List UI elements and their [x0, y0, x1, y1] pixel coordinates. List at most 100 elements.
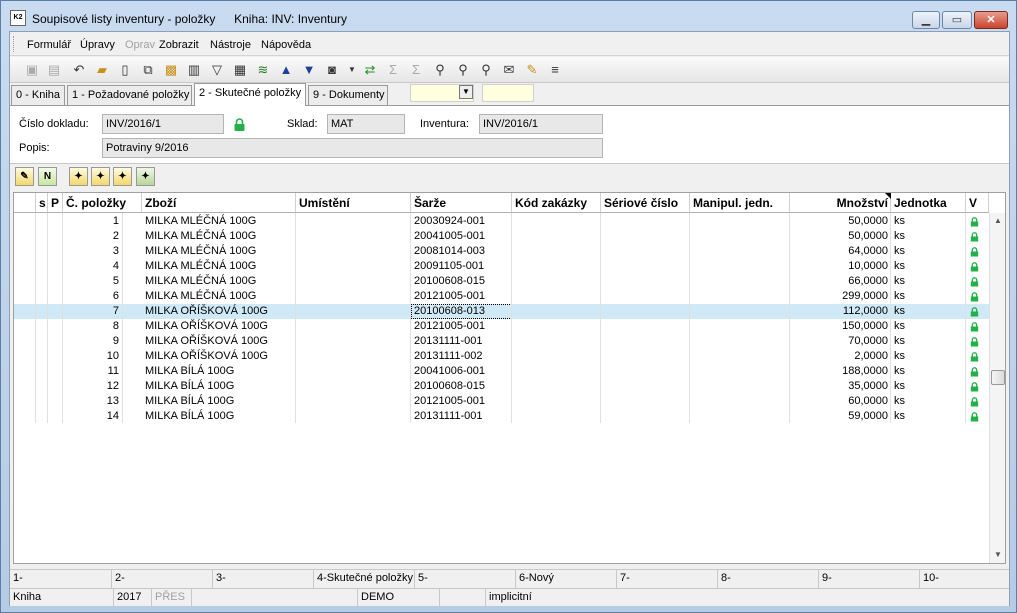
- cell-jednotka[interactable]: ks: [891, 244, 966, 259]
- new-document-icon[interactable]: ▯: [116, 61, 134, 79]
- table-row[interactable]: 10 MILKA OŘÍŠKOVÁ 100G 20131111-002 2,0000 k…: [14, 349, 989, 364]
- table-row[interactable]: 8 MILKA OŘÍŠKOVÁ 100G 20121005-001 150,0000…: [14, 319, 989, 334]
- cell-mnozstvi[interactable]: 50,0000: [790, 229, 891, 244]
- cell-zbozi[interactable]: MILKA OŘÍŠKOVÁ 100G: [142, 304, 296, 319]
- minimize-button[interactable]: ▁: [912, 11, 940, 29]
- cell-mnozstvi[interactable]: 70,0000: [790, 334, 891, 349]
- cell-mnozstvi[interactable]: 188,0000: [790, 364, 891, 379]
- find-next-icon[interactable]: ⚲: [454, 61, 472, 79]
- cell-zbozi[interactable]: MILKA MLÉČNÁ 100G: [142, 259, 296, 274]
- sum-icon[interactable]: Σ: [384, 61, 402, 79]
- edit-note-icon[interactable]: ✎: [523, 61, 541, 79]
- cell-zbozi[interactable]: MILKA MLÉČNÁ 100G: [142, 244, 296, 259]
- recalc-icon[interactable]: ⇄: [361, 61, 379, 79]
- combo-dropdown-icon[interactable]: ▼: [459, 85, 473, 99]
- cell-cislo-polozky[interactable]: 4: [63, 259, 122, 274]
- fkey-5[interactable]: 5-: [415, 570, 516, 588]
- cell-cislo-polozky[interactable]: 7: [63, 304, 122, 319]
- cislo-field[interactable]: INV/2016/1: [102, 114, 224, 134]
- filter-icon[interactable]: ▽: [208, 61, 226, 79]
- col-header-sarze[interactable]: Šarže: [411, 193, 512, 213]
- cell-zbozi[interactable]: MILKA MLÉČNÁ 100G: [142, 229, 296, 244]
- cell-zbozi[interactable]: MILKA MLÉČNÁ 100G: [142, 214, 296, 229]
- cell-mnozstvi[interactable]: 299,0000: [790, 289, 891, 304]
- fkey-10[interactable]: 10-: [920, 570, 1009, 588]
- col-header-seriove-cislo[interactable]: Sériové číslo: [601, 193, 690, 213]
- cell-sarze[interactable]: 20100608-015: [411, 379, 512, 394]
- table-row[interactable]: 3 MILKA MLÉČNÁ 100G 20081014-003 64,0000 ks: [14, 244, 989, 259]
- cell-jednotka[interactable]: ks: [891, 289, 966, 304]
- edit-pencil-icon[interactable]: ✎: [15, 167, 34, 186]
- inventura-field[interactable]: INV/2016/1: [479, 114, 603, 134]
- col-header-jednotka[interactable]: Jednotka: [891, 193, 966, 213]
- lock-icon[interactable]: ▩: [162, 61, 180, 79]
- table-row[interactable]: 14 MILKA BÍLÁ 100G 20131111-001 59,0000 ks: [14, 409, 989, 424]
- col-header-manipul-jedn[interactable]: Manipul. jedn.: [690, 193, 790, 213]
- cell-cislo-polozky[interactable]: 13: [63, 394, 122, 409]
- cell-zbozi[interactable]: MILKA OŘÍŠKOVÁ 100G: [142, 319, 296, 334]
- cell-cislo-polozky[interactable]: 12: [63, 379, 122, 394]
- camera-dropdown-icon[interactable]: ▼: [343, 61, 361, 79]
- vertical-scrollbar[interactable]: ▲ ▼: [989, 213, 1005, 563]
- find-icon[interactable]: ⚲: [431, 61, 449, 79]
- cell-jednotka[interactable]: ks: [891, 274, 966, 289]
- cell-mnozstvi[interactable]: 64,0000: [790, 244, 891, 259]
- col-header-zbozi[interactable]: Zboží: [142, 193, 296, 213]
- scroll-down-icon[interactable]: ▼: [990, 547, 1005, 563]
- table-row[interactable]: 12 MILKA BÍLÁ 100G 20100608-015 35,0000 ks: [14, 379, 989, 394]
- cell-jednotka[interactable]: ks: [891, 334, 966, 349]
- cell-cislo-polozky[interactable]: 10: [63, 349, 122, 364]
- close-button[interactable]: ✕: [974, 11, 1008, 29]
- menu-zobrazit[interactable]: Zobrazit: [159, 39, 199, 51]
- menu-napoveda[interactable]: Nápověda: [261, 39, 311, 51]
- cell-zbozi[interactable]: MILKA BÍLÁ 100G: [142, 379, 296, 394]
- items-grid[interactable]: s P Č. položky Zboží Umístění Šarže Kód …: [13, 192, 1006, 564]
- table-row[interactable]: 9 MILKA OŘÍŠKOVÁ 100G 20131111-001 70,0000 k…: [14, 334, 989, 349]
- cell-sarze[interactable]: 20131111-001: [411, 409, 512, 424]
- cell-sarze[interactable]: 20081014-003: [411, 244, 512, 259]
- cell-mnozstvi[interactable]: 60,0000: [790, 394, 891, 409]
- cell-zbozi[interactable]: MILKA MLÉČNÁ 100G: [142, 289, 296, 304]
- table-row[interactable]: 4 MILKA MLÉČNÁ 100G 20091105-001 10,0000 ks: [14, 259, 989, 274]
- cell-jednotka[interactable]: ks: [891, 409, 966, 424]
- star-remove-icon[interactable]: ✦: [113, 167, 132, 186]
- cell-sarze[interactable]: 20030924-001: [411, 214, 512, 229]
- tab-kniha[interactable]: 0 - Kniha: [11, 85, 65, 105]
- cell-jednotka[interactable]: ks: [891, 364, 966, 379]
- cell-jednotka[interactable]: ks: [891, 304, 966, 319]
- cell-sarze[interactable]: 20100608-015: [411, 274, 512, 289]
- report-icon[interactable]: ▦: [231, 61, 249, 79]
- cell-cislo-polozky[interactable]: 3: [63, 244, 122, 259]
- fkey-1[interactable]: 1-: [10, 570, 112, 588]
- table-row[interactable]: 5 MILKA MLÉČNÁ 100G 20100608-015 66,0000 ks: [14, 274, 989, 289]
- cell-sarze[interactable]: 20041006-001: [411, 364, 512, 379]
- col-header-mnozstvi[interactable]: Množství: [790, 193, 891, 213]
- new-item-icon[interactable]: N: [38, 167, 57, 186]
- arrow-down-icon[interactable]: ▼: [300, 61, 318, 79]
- cell-cislo-polozky[interactable]: 1: [63, 214, 122, 229]
- fkey-4[interactable]: 4-Skutečné položky: [314, 570, 415, 588]
- table-row[interactable]: 1 MILKA MLÉČNÁ 100G 20030924-001 50,0000 ks: [14, 214, 989, 229]
- open-folder-icon[interactable]: ▰: [93, 61, 111, 79]
- table-row[interactable]: 7 MILKA OŘÍŠKOVÁ 100G 20100608-013 112,0000…: [14, 304, 989, 319]
- star-add-icon[interactable]: ✦: [91, 167, 110, 186]
- scroll-thumb[interactable]: [991, 370, 1005, 385]
- cell-mnozstvi[interactable]: 66,0000: [790, 274, 891, 289]
- col-header-p[interactable]: P: [48, 193, 63, 213]
- scroll-up-icon[interactable]: ▲: [990, 213, 1005, 229]
- star-icon[interactable]: ✦: [69, 167, 88, 186]
- col-header-s[interactable]: s: [36, 193, 48, 213]
- cell-jednotka[interactable]: ks: [891, 349, 966, 364]
- menu-formular[interactable]: Formulář: [27, 39, 71, 51]
- cell-mnozstvi[interactable]: 10,0000: [790, 259, 891, 274]
- col-header-kod-zakazky[interactable]: Kód zakázky: [512, 193, 601, 213]
- cell-jednotka[interactable]: ks: [891, 214, 966, 229]
- col-header-cislo-polozky[interactable]: Č. položky: [63, 193, 142, 213]
- tab-pozadovane-polozky[interactable]: 1 - Požadované položky: [67, 85, 192, 105]
- tab-filter-field[interactable]: [482, 84, 534, 102]
- undo-icon[interactable]: ↶: [70, 61, 88, 79]
- cell-cislo-polozky[interactable]: 14: [63, 409, 122, 424]
- cell-cislo-polozky[interactable]: 2: [63, 229, 122, 244]
- cell-mnozstvi[interactable]: 112,0000: [790, 304, 891, 319]
- cell-mnozstvi[interactable]: 150,0000: [790, 319, 891, 334]
